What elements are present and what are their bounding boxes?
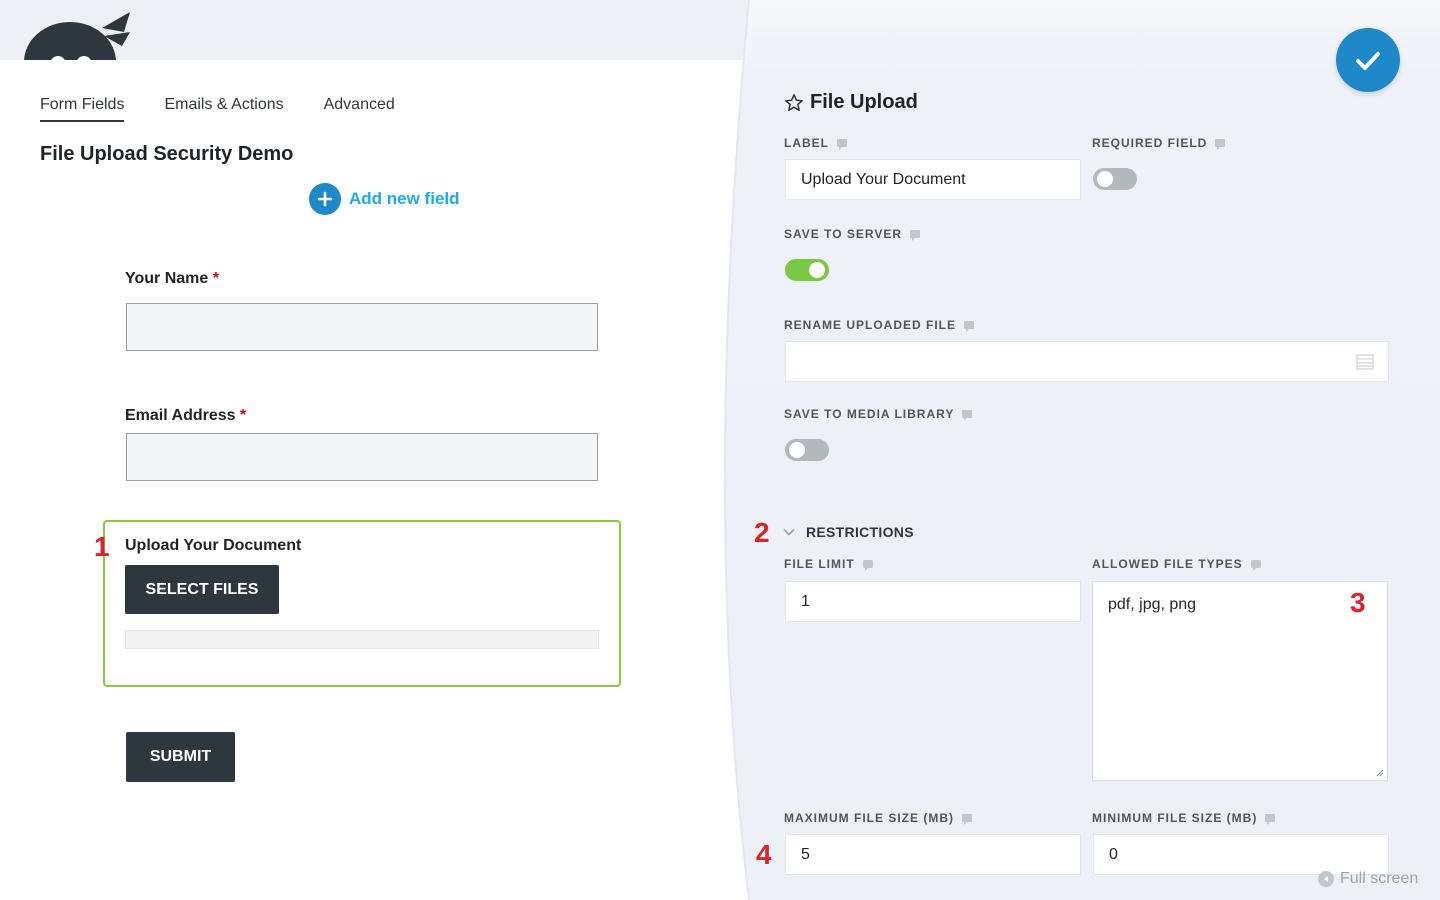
help-bubble-icon[interactable] xyxy=(910,230,921,241)
toggle-knob xyxy=(809,262,825,278)
toggle-knob xyxy=(1097,171,1113,187)
max-file-size-text: MAXIMUM FILE SIZE (MB) xyxy=(784,811,954,825)
max-file-size-label: MAXIMUM FILE SIZE (MB) xyxy=(784,811,972,825)
submit-button[interactable]: SUBMIT xyxy=(126,732,235,782)
marker-4: 4 xyxy=(756,839,772,870)
tab-form-fields[interactable]: Form Fields xyxy=(40,96,125,122)
required-field-toggle[interactable] xyxy=(1093,168,1137,190)
builder-tabs: Form Fields Emails & Actions Advanced xyxy=(40,96,395,122)
help-bubble-icon[interactable] xyxy=(1265,814,1276,825)
help-bubble-icon[interactable] xyxy=(964,321,975,332)
tab-advanced[interactable]: Advanced xyxy=(324,96,395,122)
chevron-down-icon xyxy=(783,528,795,536)
required-asterisk: * xyxy=(240,407,247,424)
help-bubble-icon[interactable] xyxy=(962,410,973,421)
done-button[interactable] xyxy=(1336,28,1400,92)
merge-tags-icon[interactable] xyxy=(1356,353,1374,371)
required-field-text: REQUIRED FIELD xyxy=(1092,136,1208,150)
upload-document-label: Upload Your Document xyxy=(125,537,302,554)
save-to-server-text: SAVE TO SERVER xyxy=(784,227,903,241)
toggle-knob xyxy=(789,442,805,458)
allowed-file-types-label: ALLOWED FILE TYPES xyxy=(1092,557,1261,571)
email-address-text: Email Address xyxy=(125,407,236,424)
allowed-file-types-textarea[interactable]: pdf, jpg, png xyxy=(1092,581,1388,781)
restrictions-text: RESTRICTIONS xyxy=(806,524,914,540)
help-bubble-icon[interactable] xyxy=(837,139,847,150)
min-file-size-label: MINIMUM FILE SIZE (MB) xyxy=(1092,811,1276,825)
label-setting-label: LABEL xyxy=(784,136,847,150)
min-file-size-text: MINIMUM FILE SIZE (MB) xyxy=(1092,811,1258,825)
label-input[interactable]: Upload Your Document xyxy=(785,159,1081,200)
marker-2: 2 xyxy=(754,517,770,548)
save-to-server-label: SAVE TO SERVER xyxy=(784,227,921,241)
file-limit-input[interactable]: 1 xyxy=(785,581,1081,622)
select-files-button[interactable]: SELECT FILES xyxy=(125,565,279,614)
save-media-library-label: SAVE TO MEDIA LIBRARY xyxy=(784,407,973,421)
rename-file-input[interactable] xyxy=(785,341,1389,382)
help-bubble-icon[interactable] xyxy=(961,814,972,825)
save-to-server-toggle[interactable] xyxy=(785,259,829,281)
marker-3: 3 xyxy=(1350,587,1366,618)
panel-title: File Upload xyxy=(784,91,918,114)
rename-file-label: RENAME UPLOADED FILE xyxy=(784,318,975,332)
plus-icon xyxy=(309,183,341,215)
ninja-logo-icon xyxy=(22,10,132,60)
your-name-label: Your Name * xyxy=(125,270,219,288)
help-bubble-icon[interactable] xyxy=(862,560,873,571)
label-setting-text: LABEL xyxy=(784,136,829,150)
allowed-file-types-value: pdf, jpg, png xyxy=(1108,596,1197,613)
form-title: File Upload Security Demo xyxy=(40,143,294,165)
full-screen-label: Full screen xyxy=(1340,870,1419,887)
file-limit-label: FILE LIMIT xyxy=(784,557,873,571)
file-limit-text: FILE LIMIT xyxy=(784,557,855,571)
min-file-size-input[interactable]: 0 xyxy=(1093,834,1389,875)
resize-handle-icon[interactable] xyxy=(1376,769,1384,777)
your-name-text: Your Name xyxy=(125,270,209,287)
save-media-library-text: SAVE TO MEDIA LIBRARY xyxy=(784,407,955,421)
email-address-label: Email Address * xyxy=(125,407,246,425)
required-field-label: REQUIRED FIELD xyxy=(1092,136,1226,150)
help-bubble-icon[interactable] xyxy=(1215,139,1226,150)
marker-1: 1 xyxy=(94,531,110,562)
email-address-input[interactable] xyxy=(126,433,598,481)
upload-progress-bar xyxy=(125,630,599,649)
rename-file-text: RENAME UPLOADED FILE xyxy=(784,318,957,332)
star-icon[interactable] xyxy=(784,93,804,113)
required-asterisk: * xyxy=(212,270,219,287)
save-media-library-toggle[interactable] xyxy=(785,439,829,461)
full-screen-button[interactable]: Full screen xyxy=(1318,870,1418,888)
panel-title-text: File Upload xyxy=(810,91,918,113)
max-file-size-input[interactable]: 5 xyxy=(785,834,1081,875)
allowed-file-types-text: ALLOWED FILE TYPES xyxy=(1092,557,1243,571)
restrictions-section-toggle[interactable]: RESTRICTIONS xyxy=(782,524,914,540)
tab-emails-actions[interactable]: Emails & Actions xyxy=(164,96,283,122)
your-name-input[interactable] xyxy=(126,303,598,351)
checkmark-icon xyxy=(1356,52,1380,70)
add-new-field-button[interactable]: Add new field xyxy=(309,183,460,215)
arrow-left-icon xyxy=(1318,871,1334,887)
add-new-field-label: Add new field xyxy=(349,189,460,208)
help-bubble-icon[interactable] xyxy=(1250,560,1261,571)
